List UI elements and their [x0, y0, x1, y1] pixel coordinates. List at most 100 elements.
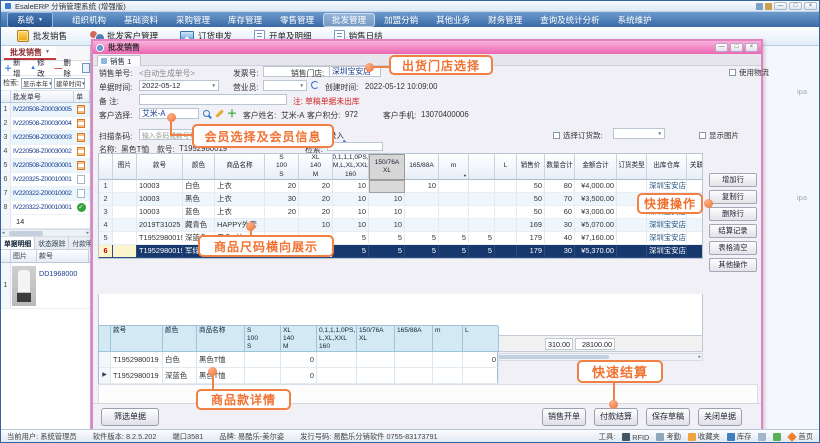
delete-button[interactable]: —删除 [54, 57, 76, 79]
filter-documents-button[interactable]: 筛选单据 [101, 408, 159, 426]
grid-cell[interactable]: 深蓝色 [163, 368, 197, 384]
menu-system-button[interactable]: 系统▼ [7, 12, 53, 28]
doc-date-input[interactable]: 2022-05-12▼ [139, 80, 219, 91]
grid-cell[interactable] [113, 193, 137, 206]
add-customer-icon[interactable]: ＋ [227, 105, 237, 120]
grid-cell[interactable] [617, 219, 647, 232]
row-button-复制行[interactable]: 复制行 [709, 190, 757, 204]
grid-cell[interactable]: 白色 [163, 352, 197, 368]
ribbon-wholesale-sale[interactable]: 批发销售 [17, 30, 67, 42]
table-row[interactable]: T1952980019白色黑色T恤00 [99, 352, 497, 368]
grid-cell[interactable]: 10 [369, 206, 405, 219]
grid-cell[interactable]: 5 [369, 232, 405, 245]
grid-cell[interactable] [405, 206, 439, 219]
menu-item-11[interactable]: 系统维护 [609, 13, 661, 27]
grid-cell[interactable]: 藏青色 [183, 219, 215, 232]
tool-考勤[interactable]: 考勤 [656, 432, 681, 442]
grid-cell[interactable]: 5 [333, 232, 369, 245]
grid-cell[interactable]: 2019T31025 [137, 219, 183, 232]
pending-cell[interactable]: 14 [11, 215, 90, 228]
menu-item-1[interactable]: 组织机构 [63, 13, 115, 27]
grid-cell[interactable] [317, 352, 357, 368]
grid-cell[interactable] [357, 352, 395, 368]
grid-cell[interactable] [687, 180, 703, 193]
footer-button-销售开单[interactable]: 销售开单 [542, 408, 586, 426]
grid-cell[interactable]: 10 [333, 206, 369, 219]
table-row[interactable]: 6T1952980019军绿色黑色T恤1055555517930¥5,370.0… [99, 245, 702, 258]
grid-cell[interactable] [265, 219, 299, 232]
list-item[interactable]: 3IV220508-Z00030003 [1, 131, 90, 145]
grid-cell[interactable]: 5 [469, 245, 495, 258]
grid-cell[interactable]: 10 [369, 219, 405, 232]
grid-cell[interactable] [687, 232, 703, 245]
pencil-icon[interactable] [215, 109, 223, 117]
grid-cell[interactable] [617, 232, 647, 245]
document-icon[interactable] [82, 63, 90, 73]
grid-cell[interactable]: 70 [545, 193, 575, 206]
grid-cell[interactable]: ▶ [99, 368, 111, 384]
grid-cell[interactable]: 0 [463, 352, 499, 368]
grid-cell[interactable]: 4 [99, 219, 113, 232]
grid-cell[interactable]: ¥5,070.00 [575, 219, 617, 232]
grid-cell[interactable] [495, 232, 517, 245]
column-header[interactable]: 出库仓库 [647, 154, 687, 180]
list-item[interactable]: 5IV220508-Z00030001 [1, 159, 90, 173]
column-header[interactable]: XL 140 M [281, 326, 317, 352]
grid-cell[interactable]: 10 [333, 180, 369, 193]
column-header[interactable]: 150/76A XL [369, 154, 405, 180]
dialog-titlebar[interactable]: 批发销售 — □ × [93, 41, 761, 54]
table-row[interactable]: 42019T31025藏青色HAPPY外套10101016930¥5,070.0… [99, 219, 702, 232]
tab-单据明细[interactable]: 单据明细 [1, 237, 35, 249]
grid-cell[interactable]: 5 [405, 232, 439, 245]
menu-item-6[interactable]: 批发管理 [323, 13, 375, 27]
grid-cell[interactable]: 5 [439, 245, 469, 258]
tool-grid-icon[interactable] [758, 432, 766, 442]
column-header[interactable]: L [495, 154, 517, 180]
grid-cell[interactable]: ¥3,500.00 [575, 193, 617, 206]
scrollbar-thumb[interactable] [9, 231, 43, 236]
grid-cell[interactable] [99, 352, 111, 368]
grid-cell[interactable] [113, 180, 137, 193]
grid-cell[interactable] [405, 219, 439, 232]
table-row[interactable]: ▶T1952980019深蓝色黑色T恤0 [99, 368, 497, 384]
grid-cell[interactable]: ¥5,370.00 [575, 245, 617, 258]
grid-cell[interactable]: 0 [281, 368, 317, 384]
grid-cell[interactable] [687, 245, 703, 258]
grid-cell[interactable]: ¥4,000.00 [575, 180, 617, 193]
tool-RFID[interactable]: RFID [622, 432, 649, 442]
order-goods-select[interactable]: ▼ [613, 128, 665, 139]
grid-cell[interactable]: 2 [99, 193, 113, 206]
grid-cell[interactable] [245, 352, 281, 368]
list-item[interactable]: 6IV220325-Z00010001 [1, 173, 90, 187]
list-item[interactable]: 8IV220322-Z00010001✓ [1, 201, 90, 215]
list-item[interactable]: 2IV220508-Z00030004 [1, 117, 90, 131]
edit-button[interactable]: ▲修改 [30, 57, 50, 79]
grid-cell[interactable]: 10003 [137, 180, 183, 193]
grid-cell[interactable] [317, 368, 357, 384]
list-item[interactable]: 4IV220508-Z00030002 [1, 145, 90, 159]
column-header[interactable]: 销售价 [517, 154, 545, 180]
grid-cell[interactable] [439, 193, 469, 206]
grid-cell[interactable]: 20 [299, 206, 333, 219]
table-row[interactable]: 210003黑色上衣302010105070¥3,500.00深圳宝安店 [99, 193, 702, 206]
add-button[interactable]: ＋新增 [4, 57, 26, 79]
row-button-表格清空[interactable]: 表格清空 [709, 241, 757, 255]
grid-cell[interactable] [433, 352, 463, 368]
grid-cell[interactable] [395, 352, 433, 368]
grid-cell[interactable] [439, 180, 469, 193]
grid-cell[interactable]: 20 [265, 180, 299, 193]
dialog-close-button[interactable]: × [745, 43, 758, 52]
grid-cell[interactable]: 白色 [183, 180, 215, 193]
column-header[interactable]: XL 140 M [299, 154, 333, 180]
grid-cell[interactable] [469, 206, 495, 219]
grid-cell[interactable]: 3 [99, 206, 113, 219]
row-button-删除行[interactable]: 删除行 [709, 207, 757, 221]
grid-cell[interactable]: T1952980019 [111, 368, 163, 384]
grid-cell[interactable]: 上衣 [215, 180, 265, 193]
list-item[interactable]: 1IV220508-Z00030005 [1, 103, 90, 117]
grid-cell[interactable]: T1952980019 [111, 352, 163, 368]
menu-item-5[interactable]: 零售管理 [271, 13, 323, 27]
grid-cell[interactable] [405, 193, 439, 206]
grid-cell[interactable]: 30 [265, 193, 299, 206]
maximize-button[interactable]: □ [789, 2, 802, 10]
